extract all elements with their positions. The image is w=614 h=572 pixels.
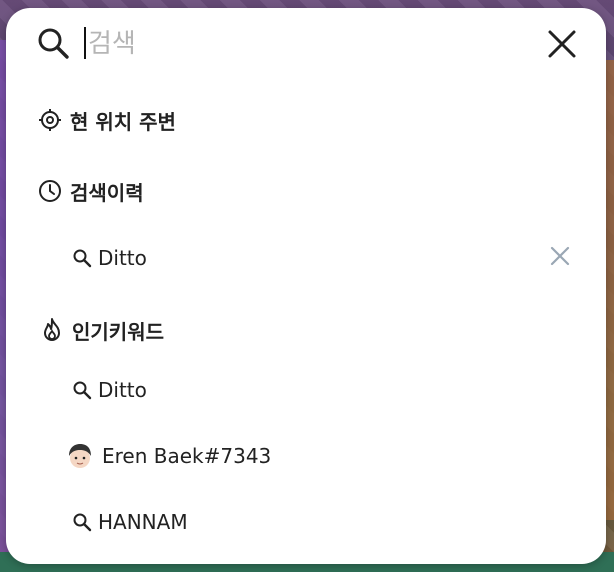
history-item-label: Ditto bbox=[98, 246, 147, 270]
nearby-section[interactable]: 현 위치 주변 bbox=[38, 105, 176, 135]
search-icon bbox=[38, 28, 69, 59]
search-icon bbox=[72, 380, 92, 400]
popular-item[interactable]: Eren Baek#7343 bbox=[66, 441, 271, 471]
remove-history-icon[interactable] bbox=[549, 245, 571, 267]
popular-section: 인기키워드 bbox=[40, 315, 164, 345]
close-icon[interactable] bbox=[546, 28, 578, 60]
popular-label: 인기키워드 bbox=[72, 319, 164, 344]
popular-item-label: Ditto bbox=[98, 378, 147, 402]
nearby-label: 현 위치 주변 bbox=[70, 109, 176, 134]
search-bar bbox=[6, 8, 606, 78]
history-item[interactable]: Ditto bbox=[72, 243, 147, 273]
search-panel: 현 위치 주변 검색이력 Ditto bbox=[6, 8, 606, 564]
search-input[interactable] bbox=[86, 24, 510, 64]
popular-item-label: Eren Baek#7343 bbox=[102, 444, 272, 468]
search-icon bbox=[72, 248, 92, 268]
search-icon bbox=[72, 512, 92, 532]
history-label: 검색이력 bbox=[70, 180, 144, 205]
popular-item-label: HANNAM bbox=[98, 510, 188, 534]
popular-item[interactable]: Ditto bbox=[72, 375, 147, 405]
fire-icon bbox=[40, 318, 64, 342]
clock-icon bbox=[38, 179, 62, 203]
history-section: 검색이력 bbox=[38, 176, 144, 206]
popular-item[interactable]: HANNAM bbox=[72, 507, 188, 537]
avatar bbox=[69, 444, 91, 468]
location-target-icon bbox=[38, 108, 62, 132]
